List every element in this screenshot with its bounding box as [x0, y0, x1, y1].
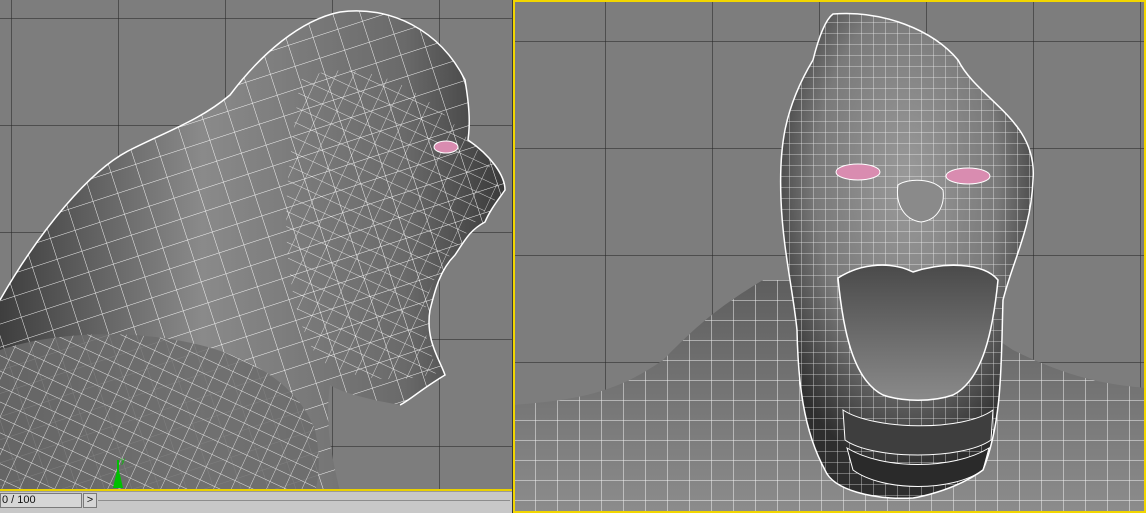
viewport-right[interactable] [513, 0, 1146, 513]
svg-text:y: y [121, 456, 125, 465]
viewport-left[interactable]: y [0, 0, 512, 491]
mesh-side-view [0, 10, 506, 491]
chevron-right-icon[interactable]: > [83, 493, 97, 508]
time-slider[interactable]: 0 / 100 > [0, 491, 512, 513]
axis-tripod-icon: y [113, 456, 125, 488]
time-slider-thumb[interactable]: 0 / 100 [0, 493, 82, 508]
eye-marker [433, 140, 459, 154]
time-slider-track[interactable] [98, 500, 510, 501]
eye-marker-right [945, 167, 991, 185]
eye-marker-left [835, 163, 881, 181]
mesh-front-view [513, 12, 1146, 513]
